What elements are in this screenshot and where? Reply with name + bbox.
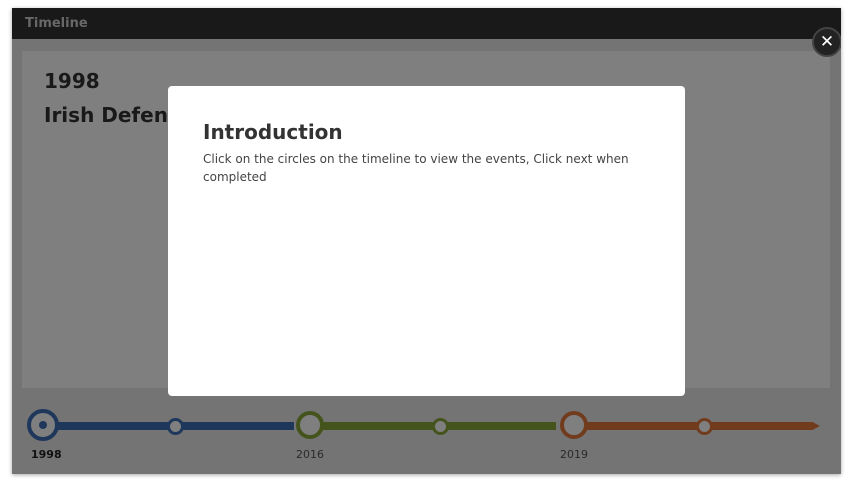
close-icon: ✕	[819, 32, 835, 52]
modal-title: Introduction	[203, 120, 343, 144]
close-button[interactable]: ✕	[812, 27, 841, 57]
modal-body: Click on the circles on the timeline to …	[203, 152, 629, 184]
intro-modal: Introduction Click on the circles on the…	[168, 86, 685, 396]
